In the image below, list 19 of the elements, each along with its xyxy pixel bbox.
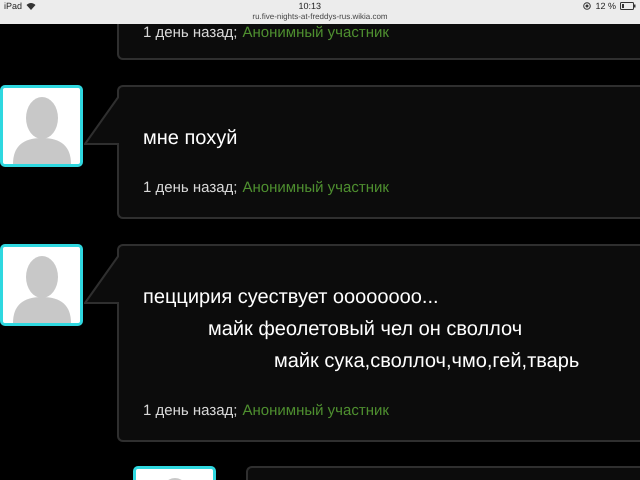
comment-time: 1 день назад; bbox=[143, 24, 238, 42]
clock: 10:13 bbox=[298, 2, 322, 10]
url-text: ru.five-nights-at-freddys-rus.wikia.com bbox=[252, 12, 388, 22]
comment-time: 1 день назад; bbox=[143, 179, 238, 197]
comment-text: мне похуй bbox=[143, 126, 238, 151]
comment-text: пеццирия суествует оооооооо... bbox=[143, 285, 440, 310]
comment-text: майк феолетовый чел он своллоч bbox=[207, 317, 524, 342]
author-link[interactable]: Анонимный участник bbox=[242, 24, 389, 42]
person-silhouette-icon bbox=[10, 94, 72, 164]
author-link[interactable]: Анонимный участник bbox=[242, 179, 389, 197]
author-link[interactable]: Анонимный участник bbox=[242, 402, 389, 420]
battery-icon bbox=[620, 2, 636, 10]
comment-time: 1 день назад; bbox=[143, 402, 238, 420]
battery-percent: 12 % bbox=[595, 2, 616, 10]
rotation-lock-icon bbox=[583, 2, 592, 10]
wifi-icon bbox=[26, 2, 36, 10]
comment-text: майк сука,своллоч,чмо,гей,тварь bbox=[273, 349, 580, 374]
device-name: iPad bbox=[4, 2, 22, 10]
person-silhouette-icon bbox=[10, 253, 72, 323]
